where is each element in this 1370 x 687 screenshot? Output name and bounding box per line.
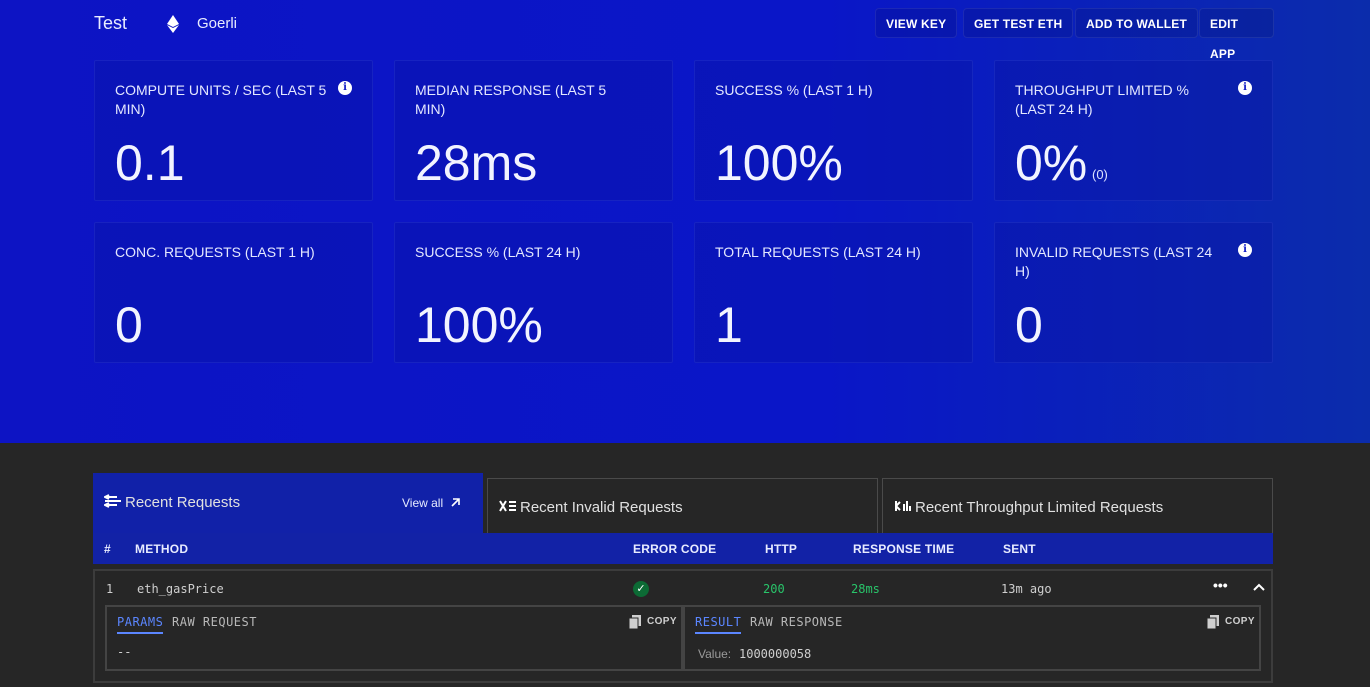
tab-recent-throughput-limited[interactable]: Recent Throughput Limited Requests: [882, 478, 1273, 534]
stat-label: THROUGHPUT LIMITED % (LAST 24 H): [1015, 82, 1189, 117]
column-error-code: ERROR CODE: [633, 542, 717, 556]
app-overview-header: Test Goerli VIEW KEY GET TEST ETH ADD TO…: [0, 0, 1370, 443]
network-name: Goerli: [197, 15, 238, 32]
tab-label: Recent Requests: [125, 494, 241, 511]
stat-label: COMPUTE UNITS / SEC (LAST 5 MIN): [115, 82, 327, 117]
stat-value: 0%: [1015, 135, 1088, 191]
edit-app-button[interactable]: EDIT APP: [1199, 8, 1274, 61]
stat-card-success-24h: SUCCESS % (LAST 24 H) 100%: [394, 222, 673, 363]
stat-label: INVALID REQUESTS (LAST 24 H): [1015, 244, 1213, 279]
tab-result[interactable]: RESULT: [695, 615, 742, 634]
stat-card-throughput-limited: THROUGHPUT LIMITED % (LAST 24 H) i 0% (0…: [994, 60, 1273, 201]
stat-label: TOTAL REQUESTS (LAST 24 H): [715, 244, 921, 260]
requests-table-header: # METHOD ERROR CODE HTTP RESPONSE TIME S…: [93, 533, 1273, 564]
copy-button[interactable]: COPY: [1225, 616, 1255, 627]
column-method: METHOD: [135, 542, 189, 556]
stat-label: CONC. REQUESTS (LAST 1 H): [115, 244, 315, 260]
response-result-panel: RESULT RAW RESPONSE COPY Value: 10000000…: [683, 605, 1261, 671]
tab-raw-response[interactable]: RAW RESPONSE: [750, 615, 843, 629]
stat-value: 1: [715, 297, 743, 353]
row-index: 1: [106, 582, 114, 596]
view-key-button[interactable]: VIEW KEY: [875, 8, 958, 38]
top-bar: Test Goerli VIEW KEY GET TEST ETH ADD TO…: [94, 8, 1274, 61]
stat-label: MEDIAN RESPONSE (LAST 5 MIN): [415, 82, 607, 117]
column-http: HTTP: [765, 542, 798, 556]
result-value-label: Value:: [698, 647, 732, 661]
info-icon[interactable]: i: [1238, 243, 1252, 257]
chevron-up-icon[interactable]: [1251, 579, 1267, 595]
tab-raw-request[interactable]: RAW REQUEST: [172, 615, 257, 629]
stat-label: SUCCESS % (LAST 24 H): [415, 244, 581, 260]
copy-icon[interactable]: [629, 615, 641, 629]
ethereum-icon: [167, 15, 179, 33]
stat-value: 0: [1015, 297, 1043, 353]
throughput-icon: [894, 499, 912, 516]
tab-recent-requests[interactable]: Recent Requests View all: [93, 473, 483, 533]
tab-recent-invalid-requests[interactable]: Recent Invalid Requests: [487, 478, 878, 534]
row-http-status: 200: [763, 582, 785, 596]
stat-card-total-requests: TOTAL REQUESTS (LAST 24 H) 1: [694, 222, 973, 363]
arrow-up-right-icon: [451, 498, 460, 507]
stat-card-concurrent-requests: CONC. REQUESTS (LAST 1 H) 0: [94, 222, 373, 363]
stat-label: SUCCESS % (LAST 1 H): [715, 82, 873, 98]
tab-label: Recent Throughput Limited Requests: [915, 499, 1164, 516]
column-index: #: [104, 542, 111, 556]
row-sent: 13m ago: [1001, 582, 1052, 596]
view-all-link[interactable]: View all: [402, 496, 443, 510]
stat-value: 28ms: [415, 135, 538, 191]
tab-label: Recent Invalid Requests: [520, 499, 683, 516]
stat-card-invalid-requests: INVALID REQUESTS (LAST 24 H) i 0: [994, 222, 1273, 363]
stat-card-median-response: MEDIAN RESPONSE (LAST 5 MIN) 28ms: [394, 60, 673, 201]
add-to-wallet-button[interactable]: ADD TO WALLET: [1075, 8, 1199, 38]
info-icon[interactable]: i: [338, 81, 352, 95]
params-value: --: [117, 645, 132, 659]
stat-value: 100%: [715, 135, 843, 191]
tab-params[interactable]: PARAMS: [117, 615, 164, 634]
success-check-icon: ✓: [633, 581, 649, 597]
stat-card-compute-units: COMPUTE UNITS / SEC (LAST 5 MIN) i 0.1: [94, 60, 373, 201]
column-sent: SENT: [1003, 542, 1036, 556]
requests-icon: [102, 494, 122, 511]
copy-icon[interactable]: [1207, 615, 1219, 629]
column-response-time: RESPONSE TIME: [853, 542, 955, 556]
result-value: 1000000058: [739, 647, 812, 661]
stat-value: 100%: [415, 297, 543, 353]
stat-card-success-1h: SUCCESS % (LAST 1 H) 100%: [694, 60, 973, 201]
row-method: eth_gasPrice: [137, 582, 224, 596]
table-row[interactable]: 1 eth_gasPrice ✓ 200 28ms 13m ago ••• PA…: [93, 569, 1273, 683]
row-response-time: 28ms: [851, 582, 880, 596]
info-icon[interactable]: i: [1238, 81, 1252, 95]
invalid-requests-icon: [499, 499, 517, 516]
stat-value: 0.1: [115, 135, 185, 191]
stat-subvalue: (0): [1092, 167, 1108, 182]
more-options-icon[interactable]: •••: [1213, 577, 1228, 593]
copy-button[interactable]: COPY: [647, 616, 677, 627]
app-name: Test: [94, 13, 128, 33]
request-params-panel: PARAMS RAW REQUEST COPY --: [105, 605, 683, 671]
get-test-eth-button[interactable]: GET TEST ETH: [963, 8, 1074, 38]
stat-value: 0: [115, 297, 143, 353]
